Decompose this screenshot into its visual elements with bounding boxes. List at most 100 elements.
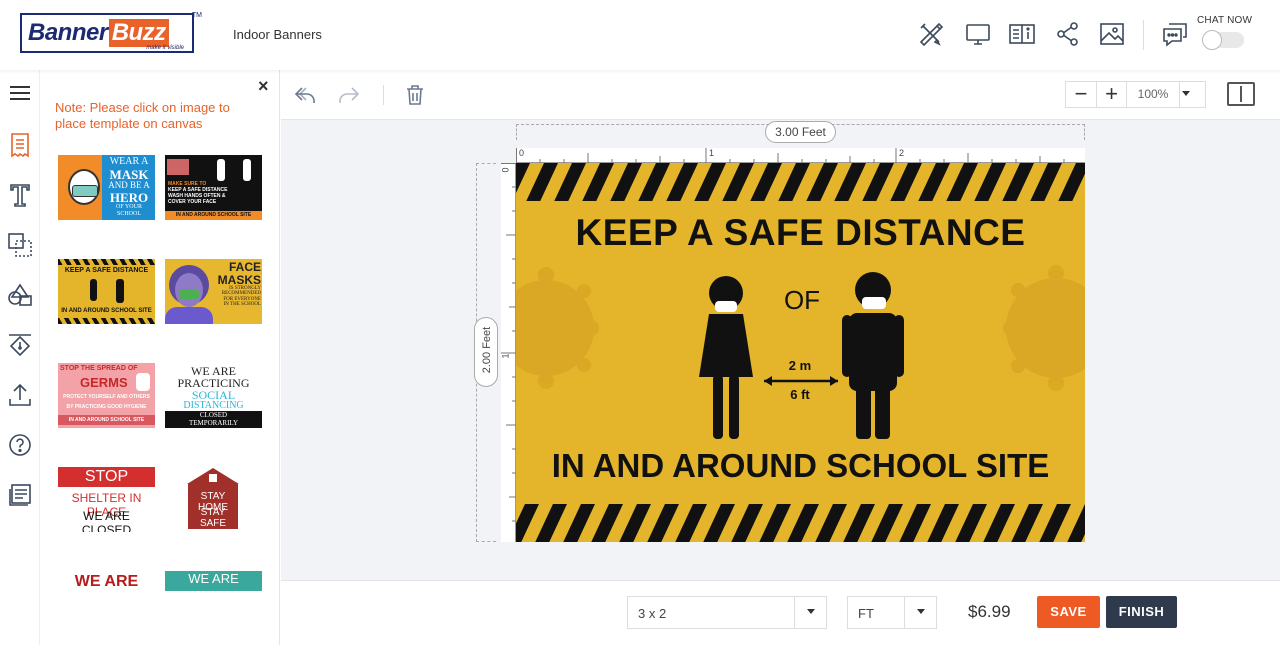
save-button[interactable]: SAVE: [1037, 596, 1100, 628]
canvas-toolbar: − + 100%: [281, 70, 1280, 120]
logo-word-banner: Banner: [28, 19, 108, 46]
zoom-control: − + 100%: [1065, 81, 1206, 108]
thumb-line: WE ARE: [74, 573, 139, 590]
thumb-text: WEAR A MASK AND BE A HERO OF YOUR SCHOOL: [104, 156, 154, 217]
thumb-line: WEAR A: [109, 156, 149, 167]
chevron-down-icon: [917, 609, 925, 614]
ruler-label-1: 1: [500, 353, 511, 359]
thumb-footer: IN AND AROUND SCHOOL SITE: [165, 211, 262, 220]
height-dimension-label: 2.00 Feet: [474, 317, 498, 387]
ruler-label-2: 2: [899, 148, 905, 158]
template-face-masks[interactable]: FACE MASKS IS STRONGLY RECOMMENDED FOR E…: [165, 259, 262, 324]
help-icon[interactable]: [6, 431, 34, 459]
template-we-are-red[interactable]: WE ARE: [58, 571, 155, 591]
book-info-icon[interactable]: [1008, 20, 1036, 48]
ruler-label-0: 0: [519, 148, 525, 158]
thumb-line: CLOSED: [199, 411, 228, 419]
background-fill-icon[interactable]: [6, 331, 34, 359]
menu-icon[interactable]: [6, 79, 34, 107]
thumb-line: WE ARE CLOSED: [81, 509, 132, 532]
person-illustration: [116, 279, 124, 303]
banner-distance-m: 2 m: [788, 358, 812, 373]
thumb-line: COVER YOUR FACE: [168, 199, 217, 205]
template-keep-safe-distance[interactable]: KEEP A SAFE DISTANCE IN AND AROUND SCHOO…: [58, 259, 155, 324]
size-value: 3 x 2: [638, 606, 667, 621]
close-icon[interactable]: ×: [258, 76, 269, 97]
thumb-footer: IN AND AROUND SCHOOL SITE: [58, 415, 155, 425]
bannerbuzz-logo[interactable]: Banner Buzz make it visible TM: [20, 12, 202, 53]
thumb-line: OF YOUR SCHOOL: [116, 204, 142, 217]
thumb-line: HERO: [109, 189, 149, 205]
height-dimension-text: 2.00 Feet: [481, 326, 493, 374]
thumb-line: BY PRACTICING GOOD HYGIENE: [66, 404, 147, 410]
zoom-out-button[interactable]: −: [1066, 82, 1096, 107]
person-illustration: [217, 159, 225, 181]
ruler-vertical: 0 1: [501, 163, 516, 542]
trash-icon[interactable]: [403, 83, 427, 107]
select-divider: [904, 597, 905, 628]
mask-illustration: [179, 289, 199, 299]
ruler-horizontal: 0 1 2: [516, 148, 1085, 163]
template-we-are-teal[interactable]: WE ARE: [165, 571, 262, 591]
thumb-line: GERMS: [80, 375, 128, 390]
ruler-label-0: 0: [500, 167, 511, 173]
person-illustration: [243, 159, 251, 181]
template-shelter-in-place[interactable]: STOP SHELTER IN PLACE WE ARE CLOSED: [58, 467, 155, 532]
desktop-preview-icon[interactable]: [964, 20, 992, 48]
logo-trademark: TM: [191, 12, 202, 19]
templates-icon[interactable]: [6, 131, 34, 159]
panel-toggle-icon[interactable]: [1227, 82, 1255, 106]
hand-wash-illustration: [136, 373, 150, 391]
chat-now-label: CHAT NOW: [1197, 15, 1253, 26]
upload-icon[interactable]: [6, 381, 34, 409]
redo-icon[interactable]: [337, 83, 361, 107]
layers-icon[interactable]: [6, 231, 34, 259]
template-stay-home[interactable]: STAY HOME STAY SAFE: [165, 467, 262, 532]
thumb-line: IN THE SCHOOL: [223, 301, 261, 307]
banner-canvas[interactable]: KEEP A SAFE DISTANCE OF 2 m 6 ft IN AND …: [516, 163, 1085, 542]
chat-toggle[interactable]: [1202, 30, 1244, 50]
ruler-horizontal-ticks: [516, 148, 1085, 163]
chevron-down-icon[interactable]: [1182, 91, 1190, 96]
banner-headline: KEEP A SAFE DISTANCE: [575, 212, 1026, 253]
hazard-stripe-top: [58, 259, 155, 265]
template-make-sure[interactable]: MAKE SURE TO KEEP A SAFE DISTANCE WASH H…: [165, 155, 262, 220]
thumb-text: WE ARE PRACTICING SOCIAL DISTANCING: [165, 365, 262, 411]
bottom-bar: 3 x 2 FT $6.99 SAVE FINISH: [281, 580, 1280, 645]
chevron-down-icon: [807, 609, 815, 614]
thumb-line: KEEP A SAFE DISTANCE: [64, 267, 149, 274]
toolbar-separator: [383, 85, 384, 105]
thumb-text: MAKE SURE TO KEEP A SAFE DISTANCE WASH H…: [168, 181, 227, 205]
banner-of-text: OF: [783, 285, 821, 315]
template-wear-a-mask[interactable]: WEAR A MASK AND BE A HERO OF YOUR SCHOOL: [58, 155, 155, 220]
tools-icon[interactable]: [917, 20, 945, 48]
hazard-stripe-bottom: [58, 318, 155, 324]
chat-icon[interactable]: [1161, 20, 1189, 48]
thumb-line: STAY SAFE: [199, 507, 227, 529]
thumb-line: TEMPORARILY: [188, 419, 239, 427]
template-stop-spread-germs[interactable]: STOP THE SPREAD OF GERMS PROTECT YOURSEL…: [58, 363, 155, 428]
templates-panel: × Note: Please click on image to place t…: [40, 70, 280, 645]
thumb-line: MASKS: [217, 272, 261, 287]
share-icon[interactable]: [1054, 20, 1082, 48]
thumb-line: DISTANCING: [183, 400, 244, 411]
text-icon[interactable]: [6, 181, 34, 209]
shapes-icon[interactable]: [6, 281, 34, 309]
school-illustration: [167, 159, 189, 175]
form-icon[interactable]: [6, 481, 34, 509]
top-header: Banner Buzz make it visible TM Indoor Ba…: [0, 0, 1280, 70]
unit-select[interactable]: FT: [847, 596, 937, 629]
template-social-distancing[interactable]: WE ARE PRACTICING SOCIAL DISTANCING CLOS…: [165, 363, 262, 428]
thumb-footer: CLOSED TEMPORARILY: [165, 411, 262, 428]
zoom-in-button[interactable]: +: [1096, 82, 1126, 107]
person-illustration: [90, 279, 97, 301]
thumb-line: STOP: [58, 467, 155, 487]
image-gallery-icon[interactable]: [1098, 20, 1126, 48]
finish-button[interactable]: FINISH: [1106, 596, 1177, 628]
window-icon: [209, 474, 217, 482]
zoom-level[interactable]: 100%: [1126, 82, 1180, 107]
select-divider: [794, 597, 795, 628]
undo-icon[interactable]: [293, 83, 317, 107]
size-select[interactable]: 3 x 2: [627, 596, 827, 629]
logo-tagline: make it visible: [146, 45, 184, 51]
